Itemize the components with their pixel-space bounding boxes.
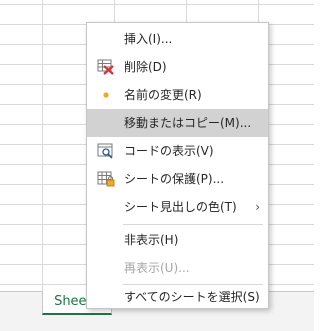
- menu-item-protect-sheet[interactable]: シートの保護(P)...: [87, 165, 268, 193]
- menu-separator: [123, 224, 263, 225]
- menu-item-rename[interactable]: 名前の変更(R): [87, 81, 268, 109]
- delete-sheet-icon: [97, 59, 114, 75]
- menu-item-label: 再表示(U)...: [124, 261, 190, 275]
- menu-item-view-code[interactable]: コードの表示(V): [87, 137, 268, 165]
- menu-item-unhide: 再表示(U)...: [87, 254, 268, 282]
- menu-item-move-or-copy[interactable]: 移動またはコピー(M)...: [87, 109, 268, 137]
- menu-item-label: 名前の変更(R): [124, 88, 202, 102]
- view-code-icon: [97, 143, 113, 159]
- menu-item-insert[interactable]: 挿入(I)...: [87, 25, 268, 53]
- menu-item-tab-color[interactable]: シート見出しの色(T) ›: [87, 193, 268, 221]
- menu-item-label: 削除(D): [124, 60, 167, 74]
- menu-item-label: 移動またはコピー(M)...: [124, 116, 252, 130]
- menu-item-delete[interactable]: 削除(D): [87, 53, 268, 81]
- menu-item-label: コードの表示(V): [124, 144, 214, 158]
- sheet-context-menu: 挿入(I)... 削除(D) 名前の変更(R) 移動またはコピー(M)... コ…: [86, 22, 269, 309]
- menu-item-label: すべてのシートを選択(S): [124, 290, 260, 304]
- submenu-arrow-icon: ›: [255, 200, 260, 214]
- excel-window: Sheet1 + 挿入(I)... 削除(D) 名前の変更(R) 移動: [0, 0, 314, 331]
- menu-item-hide[interactable]: 非表示(H): [87, 226, 268, 254]
- protect-sheet-icon: [97, 171, 115, 187]
- menu-item-select-all-sheets[interactable]: すべてのシートを選択(S): [87, 283, 268, 311]
- menu-item-label: 非表示(H): [124, 233, 179, 247]
- menu-item-label: シート見出しの色(T): [124, 200, 237, 214]
- menu-item-label: 挿入(I)...: [124, 32, 173, 46]
- rename-dot-icon: [103, 92, 109, 98]
- menu-item-label: シートの保護(P)...: [124, 172, 225, 186]
